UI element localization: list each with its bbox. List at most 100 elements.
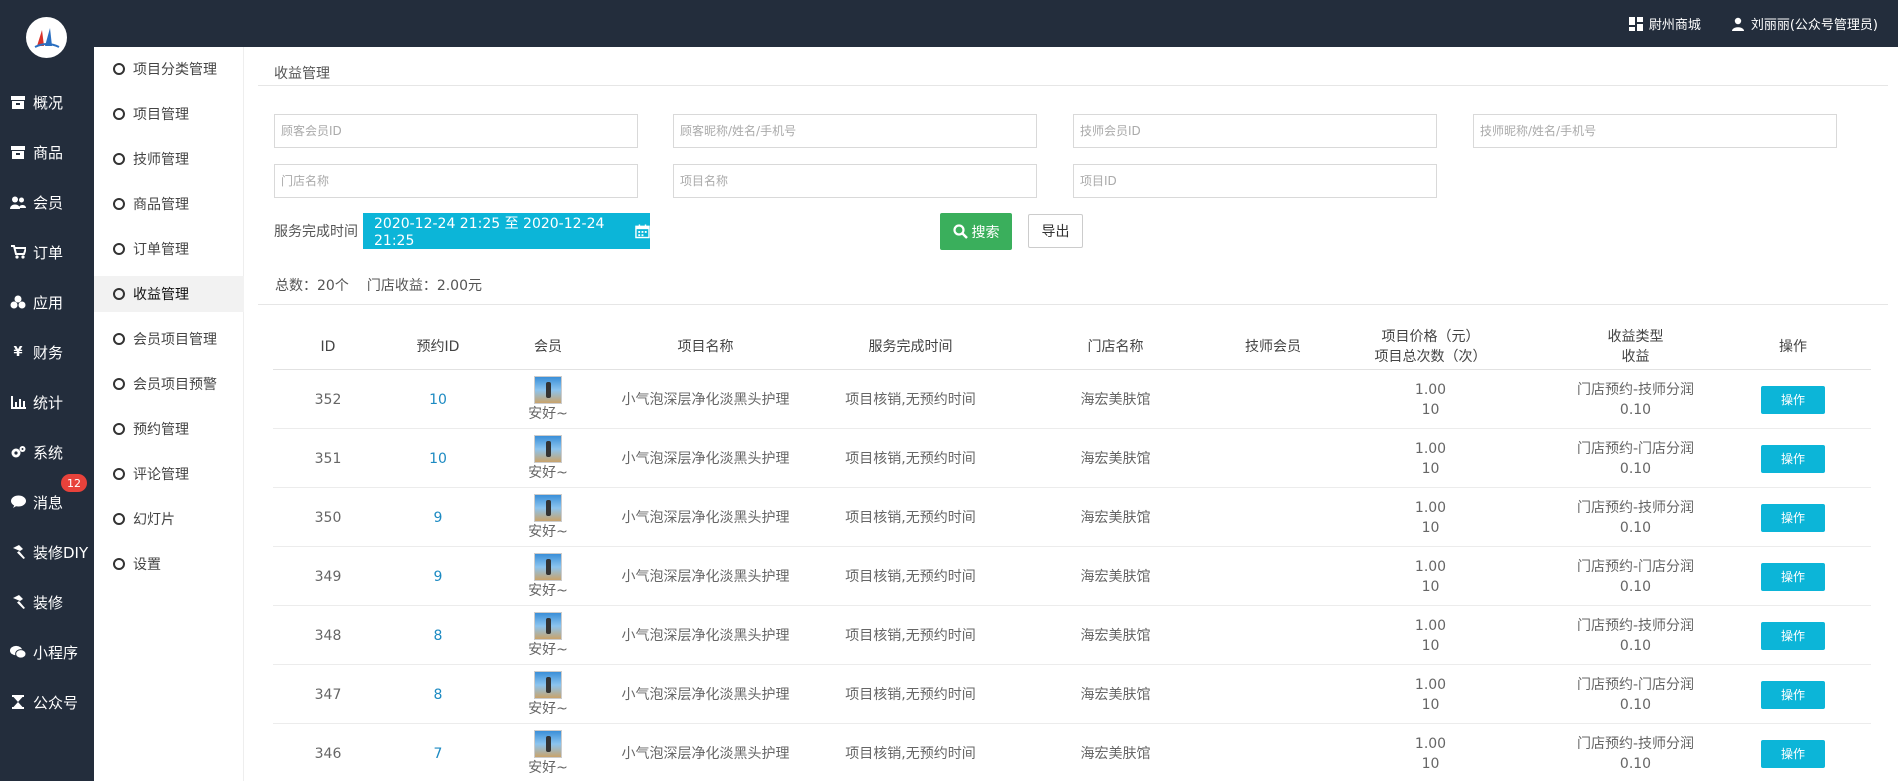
top-bar: 尉州商城 刘丽丽(公众号管理员) bbox=[0, 0, 1898, 47]
sub-sidebar: 项目分类管理 项目管理 技师管理 商品管理 订单管理 收益管理 会员项目管理 会… bbox=[94, 47, 244, 781]
hammer-icon bbox=[10, 594, 26, 610]
circle-icon bbox=[113, 423, 125, 435]
date-range-picker[interactable]: 2020-12-24 21:25 至 2020-12-24 21:25 bbox=[363, 213, 650, 249]
avatar bbox=[534, 375, 562, 404]
wechat-icon bbox=[10, 644, 26, 660]
tech-name-field[interactable] bbox=[1473, 114, 1837, 148]
goods-icon bbox=[10, 144, 26, 160]
table-row: 346 7 安好~ 小气泡深层净化淡黑头护理 项目核销,无预约时间 海宏美肤馆 … bbox=[273, 724, 1871, 781]
circle-icon bbox=[113, 468, 125, 480]
subnav-goods[interactable]: 商品管理 bbox=[94, 186, 244, 222]
header-income-type: 收益类型 收益 bbox=[1607, 328, 1664, 365]
avatar bbox=[534, 729, 562, 758]
project-id-input[interactable] bbox=[1080, 165, 1436, 197]
action-button[interactable]: 操作 bbox=[1761, 503, 1825, 532]
gear-icon bbox=[10, 444, 26, 460]
nav-decorate-diy[interactable]: 装修DIY bbox=[0, 532, 94, 572]
customer-name-field[interactable] bbox=[673, 114, 1037, 148]
subnav-member-warning[interactable]: 会员项目预警 bbox=[94, 366, 244, 402]
header-member: 会员 bbox=[534, 338, 562, 355]
customer-name-input[interactable] bbox=[680, 115, 1036, 147]
store-name-input[interactable] bbox=[281, 165, 637, 197]
nav-system[interactable]: 系统 bbox=[0, 432, 94, 472]
action-button[interactable]: 操作 bbox=[1761, 680, 1825, 709]
subnav-income[interactable]: 收益管理 bbox=[94, 276, 244, 312]
customer-id-input[interactable] bbox=[281, 115, 637, 147]
action-button[interactable]: 操作 bbox=[1761, 562, 1825, 591]
user-icon bbox=[1731, 17, 1744, 31]
subnav-slides[interactable]: 幻灯片 bbox=[94, 501, 244, 537]
header-action: 操作 bbox=[1779, 338, 1807, 355]
nav-messages[interactable]: 消息 12 bbox=[0, 474, 94, 522]
tech-id-field[interactable] bbox=[1073, 114, 1437, 148]
store-income: 门店收益：2.00元 bbox=[366, 278, 482, 294]
project-name-field[interactable] bbox=[673, 164, 1037, 198]
tech-name-input[interactable] bbox=[1480, 115, 1836, 147]
table-row: 352 10 安好~ 小气泡深层净化淡黑头护理 项目核销,无预约时间 海宏美肤馆… bbox=[273, 370, 1871, 429]
circle-icon bbox=[113, 153, 125, 165]
nav-decorate[interactable]: 装修 bbox=[0, 582, 94, 622]
date-range-value: 2020-12-24 21:25 至 2020-12-24 21:25 bbox=[374, 216, 605, 249]
subnav-technician[interactable]: 技师管理 bbox=[94, 141, 244, 177]
nav-overview[interactable]: 概况 bbox=[0, 82, 94, 122]
nav-mini-program[interactable]: 小程序 bbox=[0, 632, 94, 672]
avatar bbox=[534, 611, 562, 640]
subnav-comments[interactable]: 评论管理 bbox=[94, 456, 244, 492]
table-row: 351 10 安好~ 小气泡深层净化淡黑头护理 项目核销,无预约时间 海宏美肤馆… bbox=[273, 429, 1871, 488]
circle-icon bbox=[113, 288, 125, 300]
action-button[interactable]: 操作 bbox=[1761, 385, 1825, 414]
member-cell: 安好~ bbox=[493, 429, 603, 488]
main-sidebar: 概况 商品 会员 订单 应用 ¥ 财务 统计 系统 消息 12 装修DIY 装修 bbox=[0, 0, 94, 781]
export-button[interactable]: 导出 bbox=[1028, 214, 1083, 248]
member-cell: 安好~ bbox=[493, 547, 603, 606]
project-id-field[interactable] bbox=[1073, 164, 1437, 198]
action-button[interactable]: 操作 bbox=[1761, 739, 1825, 768]
subnav-orders[interactable]: 订单管理 bbox=[94, 231, 244, 267]
divider bbox=[258, 304, 1888, 305]
nav-finance[interactable]: ¥ 财务 bbox=[0, 332, 94, 372]
member-cell: 安好~ bbox=[493, 488, 603, 547]
search-button[interactable]: 搜索 bbox=[940, 213, 1012, 250]
shop-link[interactable]: 尉州商城 bbox=[1628, 14, 1701, 33]
action-button[interactable]: 操作 bbox=[1761, 621, 1825, 650]
member-cell: 安好~ bbox=[493, 665, 603, 724]
header-id: ID bbox=[320, 338, 336, 355]
circle-icon bbox=[113, 198, 125, 210]
nav-stats[interactable]: 统计 bbox=[0, 382, 94, 422]
circle-icon bbox=[113, 63, 125, 75]
subnav-booking[interactable]: 预约管理 bbox=[94, 411, 244, 447]
brand-logo[interactable] bbox=[26, 17, 67, 58]
nav-goods[interactable]: 商品 bbox=[0, 132, 94, 172]
action-button[interactable]: 操作 bbox=[1761, 444, 1825, 473]
avatar bbox=[534, 670, 562, 699]
users-icon bbox=[10, 194, 26, 210]
date-filter-label: 服务完成时间 bbox=[274, 224, 358, 240]
circle-icon bbox=[113, 333, 125, 345]
store-name-field[interactable] bbox=[274, 164, 638, 198]
main-content: 收益管理 服务完成时间 2020-12-24 21:25 至 2020-12-2… bbox=[258, 47, 1888, 781]
project-name-input[interactable] bbox=[680, 165, 1036, 197]
table-row: 350 9 安好~ 小气泡深层净化淡黑头护理 项目核销,无预约时间 海宏美肤馆 … bbox=[273, 488, 1871, 547]
subnav-project-category[interactable]: 项目分类管理 bbox=[94, 51, 244, 87]
table-row: 348 8 安好~ 小气泡深层净化淡黑头护理 项目核销,无预约时间 海宏美肤馆 … bbox=[273, 606, 1871, 665]
user-menu[interactable]: 刘丽丽(公众号管理员) bbox=[1731, 14, 1878, 33]
table-row: 349 9 安好~ 小气泡深层净化淡黑头护理 项目核销,无预约时间 海宏美肤馆 … bbox=[273, 547, 1871, 606]
nav-apps[interactable]: 应用 bbox=[0, 282, 94, 322]
subnav-project[interactable]: 项目管理 bbox=[94, 96, 244, 132]
table-row: 347 8 安好~ 小气泡深层净化淡黑头护理 项目核销,无预约时间 海宏美肤馆 … bbox=[273, 665, 1871, 724]
chart-icon bbox=[10, 394, 26, 410]
logo-icon bbox=[34, 27, 59, 48]
subnav-member-project[interactable]: 会员项目管理 bbox=[94, 321, 244, 357]
header-project-name: 项目名称 bbox=[677, 338, 734, 355]
nav-orders[interactable]: 订单 bbox=[0, 232, 94, 272]
tech-id-input[interactable] bbox=[1080, 115, 1436, 147]
nav-official-account[interactable]: 公众号 bbox=[0, 682, 94, 722]
subnav-settings[interactable]: 设置 bbox=[94, 546, 244, 582]
user-label: 刘丽丽(公众号管理员) bbox=[1750, 18, 1878, 33]
calendar-icon bbox=[635, 224, 650, 239]
top-right-actions: 尉州商城 刘丽丽(公众号管理员) bbox=[1628, 0, 1878, 47]
member-cell: 安好~ bbox=[493, 370, 603, 429]
summary-bar: 总数：20个 门店收益：2.00元 bbox=[275, 275, 482, 295]
nav-members[interactable]: 会员 bbox=[0, 182, 94, 222]
customer-id-field[interactable] bbox=[274, 114, 638, 148]
